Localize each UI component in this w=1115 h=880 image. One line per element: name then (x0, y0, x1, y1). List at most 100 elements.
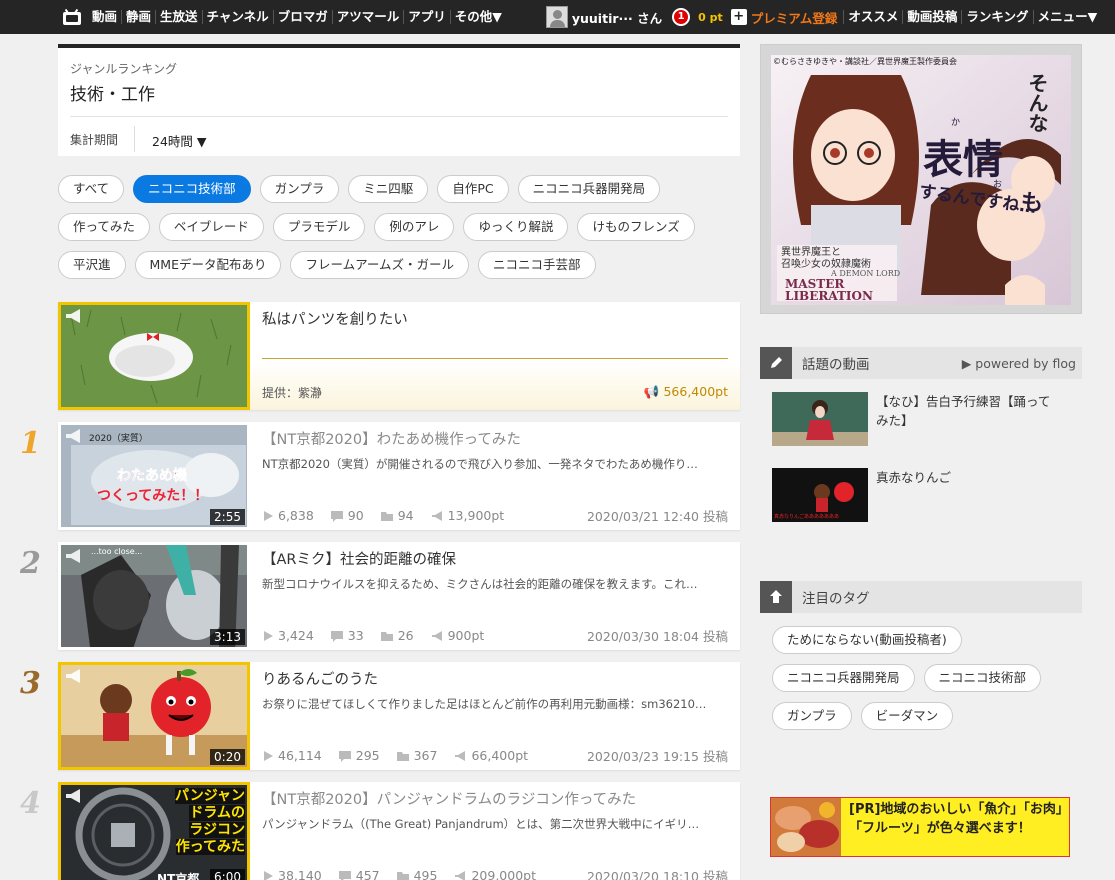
rank-number: 1 (20, 426, 41, 461)
pr-ad[interactable]: [PR]地域のおいしい「魚介」「お肉」「フルーツ」が色々選べます！ (770, 797, 1070, 857)
video-thumbnail[interactable]: パンジャン ドラムの ラジコン 作ってみた NT京都 6:00 (58, 782, 250, 880)
tag-frame-arms-girl[interactable]: フレームアームズ・ガール (290, 251, 469, 279)
points-display[interactable]: 0 pt (698, 11, 723, 24)
view-count: 46,114 (278, 748, 322, 763)
video-thumbnail[interactable]: ...too close... 3:13 (58, 542, 250, 650)
tag-tried-making[interactable]: 作ってみた (58, 213, 150, 241)
thumb-caption-line: ラジコン (189, 822, 245, 838)
video-title[interactable]: 【なひ】告白予行練習【踊ってみた】 (876, 392, 1052, 446)
video-title[interactable]: 私はパンツを創りたい (262, 308, 732, 329)
tag-rei-no-are[interactable]: 例のアレ (374, 213, 455, 241)
featured-tag[interactable]: ニコニコ兵器開発局 (772, 664, 915, 692)
nav-video[interactable]: 動画 (88, 10, 123, 24)
tag-mini4wd[interactable]: ミニ四駆 (348, 175, 429, 203)
video-duration: 3:13 (210, 629, 245, 645)
nav-atsumaru[interactable]: アツマール (333, 10, 405, 24)
play-icon (264, 510, 273, 521)
upload-date: 2020/03/20 18:10 投稿 (586, 869, 728, 880)
ranking-item[interactable]: 2020（実質） わたあめ機 つくってみた！！ 2:55 【NT京都2020】わ… (58, 422, 740, 530)
featured-tag[interactable]: ガンプラ (772, 702, 852, 730)
tag-custom-pc[interactable]: 自作PC (437, 175, 509, 203)
video-thumbnail[interactable]: 0:20 (58, 662, 250, 770)
topic-video-item[interactable]: 真赤なりんごあああああああ 真赤なりんご (772, 468, 1052, 522)
video-thumbnail[interactable]: 真赤なりんごあああああああ (772, 468, 868, 522)
food-image[interactable] (771, 798, 841, 856)
upload-date: 2020/03/21 12:40 投稿 (586, 509, 728, 524)
thumb-caption: NT京都 (157, 872, 200, 880)
thumb-caption-line: パンジャン (175, 788, 245, 804)
rank-number: 4 (20, 786, 41, 821)
banner-image[interactable]: ©むらさきゆきや・講談社／異世界魔王製作委員会 そんな 表情 か お も するん… (771, 55, 1071, 305)
genre-label: ジャンルランキング (70, 62, 178, 76)
tag-handicraft[interactable]: ニコニコ手芸部 (478, 251, 596, 279)
nav-recommend[interactable]: オススメ (843, 10, 904, 24)
view-count: 6,838 (278, 508, 314, 523)
upload-date: 2020/03/23 19:15 投稿 (586, 749, 728, 764)
tag-niconico-tech[interactable]: ニコニコ技術部 (133, 175, 251, 203)
thumb-caption: わたあめ機 (117, 468, 188, 485)
period-select[interactable]: 24時間 ▼ (152, 131, 207, 150)
mylist-count: 367 (413, 748, 438, 763)
ranking-item[interactable]: 0:20 りあるんごのうた お祭りに混ぜてほしくて作りました足はほとんど前作の再… (58, 662, 740, 770)
mylist-count: 26 (397, 628, 414, 643)
topic-videos-header: 話題の動画 ▶ powered by flog (760, 347, 1082, 379)
nav-other-menu[interactable]: その他▼ (451, 10, 506, 24)
tag-gunpla[interactable]: ガンプラ (259, 175, 340, 203)
tag-yukkuri[interactable]: ゆっくり解説 (463, 213, 569, 241)
promoted-video[interactable]: 私はパンツを創りたい 提供：紫瀞 📢 566,400pt (58, 302, 740, 410)
thumb-caption-line: ドラムの (189, 805, 245, 821)
tag-kemono-friends[interactable]: けものフレンズ (577, 213, 695, 241)
tag-weapon-lab[interactable]: ニコニコ兵器開発局 (517, 175, 661, 203)
nav-upload[interactable]: 動画投稿 (903, 10, 963, 24)
nav-ranking[interactable]: ランキング (962, 10, 1034, 24)
niconico-tv-icon[interactable] (62, 8, 82, 25)
ranking-header: ジャンルランキング 技術・工作 集計期間 24時間 ▼ (58, 44, 740, 156)
tag-beyblade[interactable]: ベイブレード (158, 213, 264, 241)
video-thumbnail[interactable]: 2020（実質） わたあめ機 つくってみた！！ 2:55 (58, 422, 250, 530)
megaphone-icon (455, 870, 466, 880)
folder-icon (380, 511, 393, 521)
tag-hirasawa[interactable]: 平沢進 (58, 251, 126, 279)
ranking-item[interactable]: ...too close... 3:13 【ARミク】社会的距離の確保 新型コロ… (58, 542, 740, 650)
video-title[interactable]: 真赤なりんご (876, 468, 1052, 522)
video-title[interactable]: 【NT京都2020】パンジャンドラムのラジコン作ってみた (262, 788, 732, 809)
tag-all[interactable]: すべて (58, 175, 125, 203)
video-title[interactable]: りあるんごのうた (262, 668, 732, 689)
username[interactable]: yuuitir··· さん (572, 8, 662, 27)
video-thumbnail[interactable] (58, 302, 250, 410)
avatar[interactable] (545, 6, 568, 28)
video-title[interactable]: 【NT京都2020】わたあめ機作ってみた (262, 428, 732, 449)
video-duration: 0:20 (210, 749, 245, 765)
nav-live[interactable]: 生放送 (156, 10, 203, 24)
nav-seiga[interactable]: 静画 (122, 10, 157, 24)
tag-mme[interactable]: MMEデータ配布あり (134, 251, 282, 279)
sidebar-banner-ad[interactable]: ©むらさきゆきや・講談社／異世界魔王製作委員会 そんな 表情 か お も するん… (760, 44, 1082, 314)
video-description: 新型コロナウイルスを抑えるため、ミクさんは社会的距離の確保を教えます。これ… (262, 577, 698, 591)
video-thumbnail[interactable] (772, 392, 868, 446)
powered-by-flog-link[interactable]: ▶ powered by flog (962, 356, 1076, 371)
featured-tag[interactable]: ビーダマン (860, 702, 954, 730)
featured-tag[interactable]: ニコニコ技術部 (923, 664, 1042, 692)
pr-text[interactable]: [PR]地域のおいしい「魚介」「お肉」「フルーツ」が色々選べます！ (849, 798, 1065, 856)
nav-blomaga[interactable]: ブロマガ (274, 10, 333, 24)
premium-register-link[interactable]: プレミアム登録 (751, 8, 838, 27)
notification-badge[interactable]: 1 (672, 8, 691, 26)
pencil-icon (760, 347, 792, 379)
nav-menu[interactable]: メニュー▼ (1034, 10, 1102, 24)
tag-plamodel[interactable]: プラモデル (272, 213, 366, 241)
video-title[interactable]: 【ARミク】社会的距離の確保 (262, 548, 732, 569)
nav-channel[interactable]: チャンネル (203, 10, 274, 24)
rank-number: 3 (20, 666, 41, 701)
upload-date: 2020/03/30 18:04 投稿 (586, 629, 728, 644)
thumb-caption: つくってみた！！ (97, 488, 209, 504)
topic-video-item[interactable]: 【なひ】告白予行練習【踊ってみた】 (772, 392, 1052, 446)
plus-icon[interactable]: + (730, 9, 747, 25)
megaphone-icon: 📢 (643, 384, 664, 399)
nav-app[interactable]: アプリ (404, 10, 451, 24)
ranking-item[interactable]: パンジャン ドラムの ラジコン 作ってみた NT京都 6:00 【NT京都202… (58, 782, 740, 880)
nicoad-megaphone-icon (66, 789, 80, 803)
page-title: 技術・工作 (70, 85, 155, 105)
user-area: yuuitir··· さん 1 0 pt + プレミアム登録 (545, 6, 838, 28)
featured-tag[interactable]: ためにならない(動画投稿者) (772, 626, 962, 654)
section-title: 注目のタグ (802, 591, 870, 607)
